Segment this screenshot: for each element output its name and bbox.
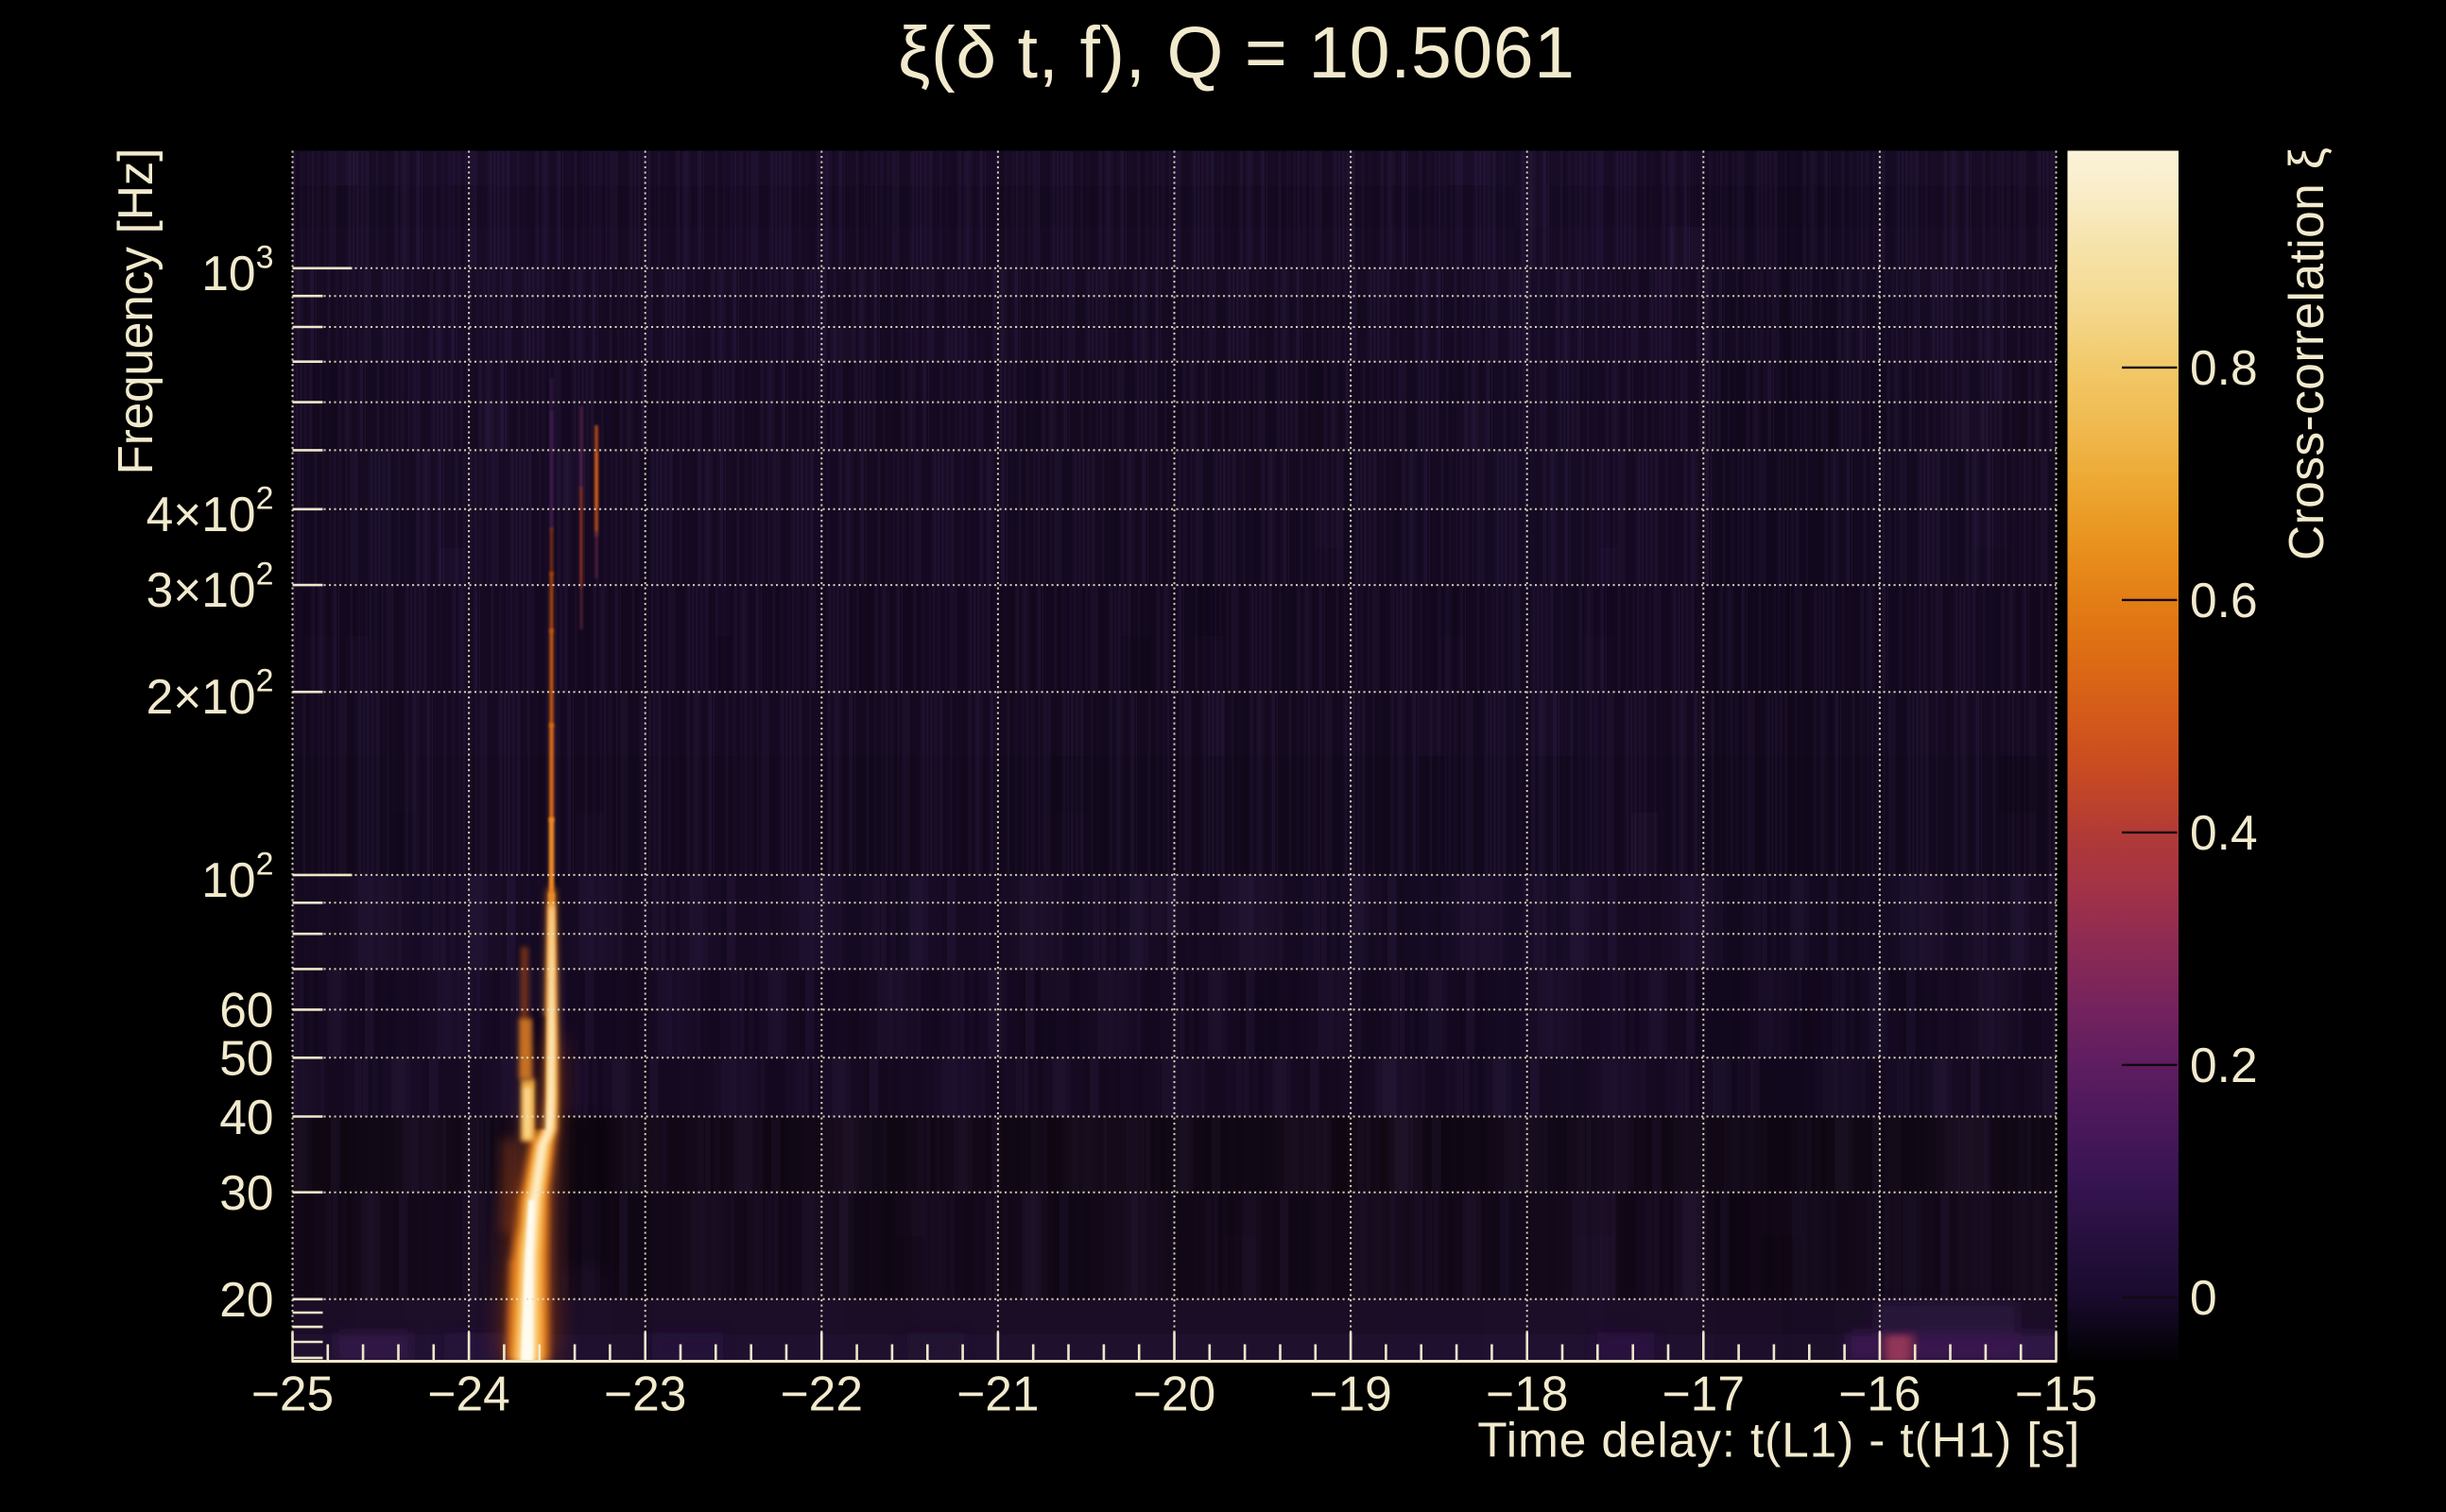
svg-text:0.4: 0.4 [2190, 805, 2258, 860]
svg-text:0.8: 0.8 [2190, 340, 2258, 395]
svg-text:40: 40 [219, 1090, 273, 1144]
svg-text:0.6: 0.6 [2190, 573, 2258, 627]
svg-text:0.2: 0.2 [2190, 1038, 2258, 1092]
svg-text:30: 30 [219, 1165, 273, 1220]
svg-text:0: 0 [2190, 1270, 2217, 1325]
svg-text:Time delay: t(L1) - t(H1) [s]: Time delay: t(L1) - t(H1) [s] [1477, 1413, 2079, 1468]
svg-text:3×102: 3×102 [146, 557, 274, 618]
svg-text:−25: −25 [251, 1366, 334, 1421]
svg-text:ξ(δ t, f), Q = 10.5061: ξ(δ t, f), Q = 10.5061 [898, 12, 1575, 94]
svg-text:60: 60 [219, 983, 273, 1038]
svg-text:−23: −23 [604, 1366, 686, 1421]
svg-text:−24: −24 [427, 1366, 509, 1421]
svg-text:Cross-correlation ξ: Cross-correlation ξ [2279, 147, 2334, 560]
svg-text:Frequency [Hz]: Frequency [Hz] [108, 148, 163, 475]
svg-text:−20: −20 [1133, 1366, 1215, 1421]
svg-text:4×102: 4×102 [146, 480, 274, 541]
svg-text:−21: −21 [956, 1366, 1039, 1421]
svg-text:2×102: 2×102 [146, 663, 274, 725]
svg-text:−19: −19 [1309, 1366, 1391, 1421]
svg-text:−22: −22 [781, 1366, 863, 1421]
svg-text:50: 50 [219, 1031, 273, 1086]
svg-text:20: 20 [219, 1272, 273, 1327]
